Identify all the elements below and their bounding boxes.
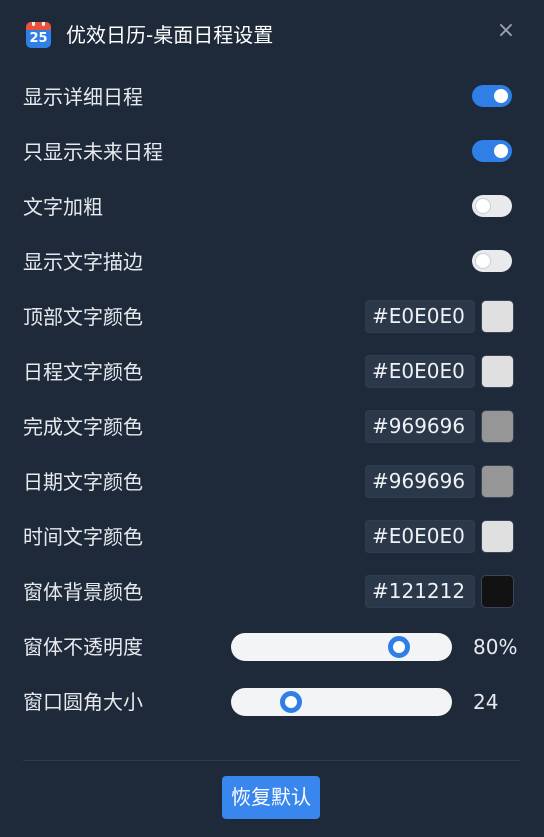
- slider-thumb[interactable]: [280, 691, 303, 713]
- row-date-text-color: 日期文字颜色 #969696: [0, 462, 544, 502]
- setting-label: 显示详细日程: [23, 85, 143, 109]
- color-swatch[interactable]: [481, 575, 514, 608]
- color-hex-input[interactable]: #E0E0E0: [365, 520, 475, 553]
- slider-value: 80%: [473, 635, 518, 659]
- row-schedule-text-color: 日程文字颜色 #E0E0E0: [0, 352, 544, 392]
- setting-label: 窗口圆角大小: [23, 690, 143, 714]
- color-hex-input[interactable]: #E0E0E0: [365, 300, 475, 333]
- color-hex-input[interactable]: #E0E0E0: [365, 355, 475, 388]
- setting-label: 完成文字颜色: [23, 415, 143, 439]
- title-bar: 25 优效日历-桌面日程设置 ×: [0, 0, 544, 68]
- setting-label: 只显示未来日程: [23, 140, 163, 164]
- setting-label: 日程文字颜色: [23, 360, 143, 384]
- slider-thumb[interactable]: [388, 636, 411, 658]
- toggle-knob: [494, 89, 508, 103]
- row-text-outline: 显示文字描边: [0, 242, 544, 282]
- slider-value: 24: [473, 690, 499, 714]
- color-swatch[interactable]: [481, 410, 514, 443]
- toggle-switch[interactable]: [472, 195, 512, 217]
- color-swatch[interactable]: [481, 520, 514, 553]
- calendar-icon: 25: [26, 22, 51, 48]
- row-bold-text: 文字加粗: [0, 187, 544, 227]
- window-title: 优效日历-桌面日程设置: [66, 23, 274, 47]
- row-show-detailed-schedule: 显示详细日程: [0, 77, 544, 117]
- toggle-switch[interactable]: [472, 250, 512, 272]
- color-hex-input[interactable]: #969696: [365, 410, 475, 443]
- row-top-text-color: 顶部文字颜色 #E0E0E0: [0, 297, 544, 337]
- calendar-icon-day: 25: [29, 31, 48, 46]
- setting-label: 文字加粗: [23, 195, 103, 219]
- color-swatch[interactable]: [481, 355, 514, 388]
- row-window-bg-color: 窗体背景颜色 #121212: [0, 572, 544, 612]
- setting-label: 时间文字颜色: [23, 525, 143, 549]
- row-show-future-only: 只显示未来日程: [0, 132, 544, 172]
- toggle-knob: [494, 144, 508, 158]
- toggle-switch[interactable]: [472, 140, 512, 162]
- row-corner-radius: 窗口圆角大小 24: [0, 682, 544, 722]
- settings-window: 25 优效日历-桌面日程设置 × 显示详细日程 只显示未来日程 文字加粗 显示文…: [0, 0, 544, 837]
- reset-defaults-button[interactable]: 恢复默认: [222, 776, 320, 819]
- setting-label: 日期文字颜色: [23, 470, 143, 494]
- toggle-switch[interactable]: [472, 85, 512, 107]
- color-hex-input[interactable]: #969696: [365, 465, 475, 498]
- corner-radius-slider[interactable]: [231, 688, 452, 716]
- toggle-knob: [476, 199, 490, 213]
- setting-label: 显示文字描边: [23, 250, 143, 274]
- color-hex-input[interactable]: #121212: [365, 575, 475, 608]
- close-icon[interactable]: ×: [494, 19, 518, 43]
- color-swatch[interactable]: [481, 465, 514, 498]
- color-swatch[interactable]: [481, 300, 514, 333]
- row-done-text-color: 完成文字颜色 #969696: [0, 407, 544, 447]
- setting-label: 窗体不透明度: [23, 635, 143, 659]
- row-time-text-color: 时间文字颜色 #E0E0E0: [0, 517, 544, 557]
- footer-divider: [23, 760, 520, 761]
- setting-label: 顶部文字颜色: [23, 305, 143, 329]
- toggle-knob: [476, 254, 490, 268]
- opacity-slider[interactable]: [231, 633, 452, 661]
- row-window-opacity: 窗体不透明度 80%: [0, 627, 544, 667]
- setting-label: 窗体背景颜色: [23, 580, 143, 604]
